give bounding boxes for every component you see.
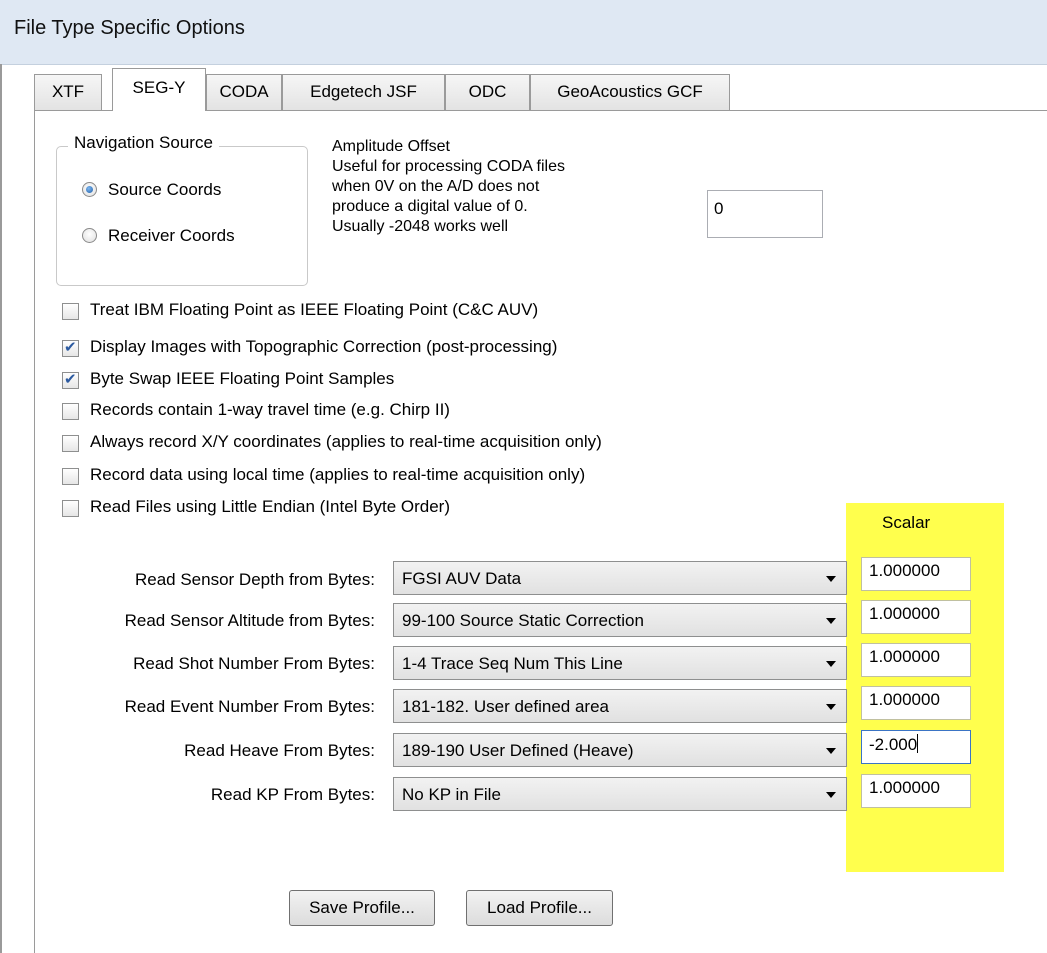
tab-coda[interactable]: CODA bbox=[206, 74, 282, 110]
sensor-altitude-label: Read Sensor Altitude from Bytes: bbox=[124, 611, 375, 630]
little-endian-label[interactable]: Read Files using Little Endian (Intel By… bbox=[90, 497, 450, 517]
tab-edgetech-jsf[interactable]: Edgetech JSF bbox=[282, 74, 445, 110]
chevron-down-icon bbox=[826, 704, 836, 710]
byte-swap-checkbox[interactable] bbox=[62, 370, 79, 389]
event-number-value: 181-182. User defined area bbox=[402, 697, 609, 716]
scalar-header: Scalar bbox=[882, 513, 931, 532]
sensor-depth-scalar-input[interactable]: 1.000000 bbox=[861, 557, 971, 591]
event-number-scalar-input[interactable]: 1.000000 bbox=[861, 686, 971, 720]
treat-ibm-label[interactable]: Treat IBM Floating Point as IEEE Floatin… bbox=[90, 300, 538, 320]
navigation-source-group bbox=[56, 146, 308, 286]
title-bar: File Type Specific Options bbox=[0, 0, 1047, 65]
amplitude-offset-input[interactable]: 0 bbox=[707, 190, 823, 238]
heave-scalar-input[interactable]: -2.000 bbox=[861, 730, 971, 764]
load-profile-button[interactable]: Load Profile... bbox=[466, 890, 613, 926]
sensor-altitude-value: 99-100 Source Static Correction bbox=[402, 611, 644, 630]
one-way-travel-label[interactable]: Records contain 1-way travel time (e.g. … bbox=[90, 400, 450, 420]
amplitude-line: produce a digital value of 0. bbox=[332, 198, 528, 215]
kp-label: Read KP From Bytes: bbox=[210, 785, 375, 804]
shot-number-scalar-input[interactable]: 1.000000 bbox=[861, 643, 971, 677]
sensor-altitude-scalar-input[interactable]: 1.000000 bbox=[861, 600, 971, 634]
heave-scalar-value: -2.000 bbox=[869, 735, 918, 754]
heave-value: 189-190 User Defined (Heave) bbox=[402, 741, 634, 760]
chevron-down-icon bbox=[826, 576, 836, 582]
amplitude-offset-description: Amplitude Offset Useful for processing C… bbox=[332, 137, 565, 237]
heave-label: Read Heave From Bytes: bbox=[184, 741, 375, 760]
heave-select[interactable]: 189-190 User Defined (Heave) bbox=[393, 733, 847, 767]
amplitude-line: Usually -2048 works well bbox=[332, 218, 509, 235]
chevron-down-icon bbox=[826, 748, 836, 754]
source-coords-radio[interactable] bbox=[82, 182, 97, 197]
local-time-label[interactable]: Record data using local time (applies to… bbox=[90, 465, 585, 485]
chevron-down-icon bbox=[826, 661, 836, 667]
save-profile-button[interactable]: Save Profile... bbox=[289, 890, 435, 926]
sensor-depth-value: FGSI AUV Data bbox=[402, 569, 522, 588]
tab-odc[interactable]: ODC bbox=[445, 74, 530, 110]
event-number-label: Read Event Number From Bytes: bbox=[124, 697, 375, 716]
one-way-travel-checkbox[interactable] bbox=[62, 403, 79, 420]
amplitude-line: when 0V on the A/D does not bbox=[332, 178, 540, 195]
event-number-select[interactable]: 181-182. User defined area bbox=[393, 689, 847, 723]
sensor-depth-select[interactable]: FGSI AUV Data bbox=[393, 561, 847, 595]
source-coords-label[interactable]: Source Coords bbox=[108, 180, 221, 200]
little-endian-checkbox[interactable] bbox=[62, 500, 79, 517]
navigation-source-legend: Navigation Source bbox=[68, 133, 219, 153]
amplitude-line: Amplitude Offset bbox=[332, 138, 450, 155]
kp-select[interactable]: No KP in File bbox=[393, 777, 847, 811]
window-title: File Type Specific Options bbox=[14, 17, 245, 39]
tab-seg-y[interactable]: SEG-Y bbox=[112, 68, 206, 111]
always-record-xy-label[interactable]: Always record X/Y coordinates (applies t… bbox=[90, 432, 602, 452]
shot-number-select[interactable]: 1-4 Trace Seq Num This Line bbox=[393, 646, 847, 680]
window-left-border bbox=[0, 64, 2, 953]
chevron-down-icon bbox=[826, 618, 836, 624]
text-caret bbox=[917, 734, 919, 753]
tab-geoacoustics-gcf[interactable]: GeoAcoustics GCF bbox=[530, 74, 730, 110]
sensor-depth-label: Read Sensor Depth from Bytes: bbox=[134, 570, 375, 589]
amplitude-line: Useful for processing CODA files bbox=[332, 158, 565, 175]
local-time-checkbox[interactable] bbox=[62, 468, 79, 485]
topographic-correction-label[interactable]: Display Images with Topographic Correcti… bbox=[90, 337, 557, 357]
always-record-xy-checkbox[interactable] bbox=[62, 435, 79, 452]
chevron-down-icon bbox=[826, 792, 836, 798]
tab-panel-left-border bbox=[34, 110, 35, 953]
sensor-altitude-select[interactable]: 99-100 Source Static Correction bbox=[393, 603, 847, 637]
receiver-coords-label[interactable]: Receiver Coords bbox=[108, 226, 235, 246]
shot-number-value: 1-4 Trace Seq Num This Line bbox=[402, 654, 623, 673]
topographic-correction-checkbox[interactable] bbox=[62, 338, 79, 357]
receiver-coords-radio[interactable] bbox=[82, 228, 97, 243]
kp-value: No KP in File bbox=[402, 785, 501, 804]
tab-xtf[interactable]: XTF bbox=[34, 74, 102, 110]
shot-number-label: Read Shot Number From Bytes: bbox=[133, 654, 375, 673]
byte-swap-label[interactable]: Byte Swap IEEE Floating Point Samples bbox=[90, 369, 394, 389]
kp-scalar-input[interactable]: 1.000000 bbox=[861, 774, 971, 808]
treat-ibm-checkbox[interactable] bbox=[62, 303, 79, 320]
